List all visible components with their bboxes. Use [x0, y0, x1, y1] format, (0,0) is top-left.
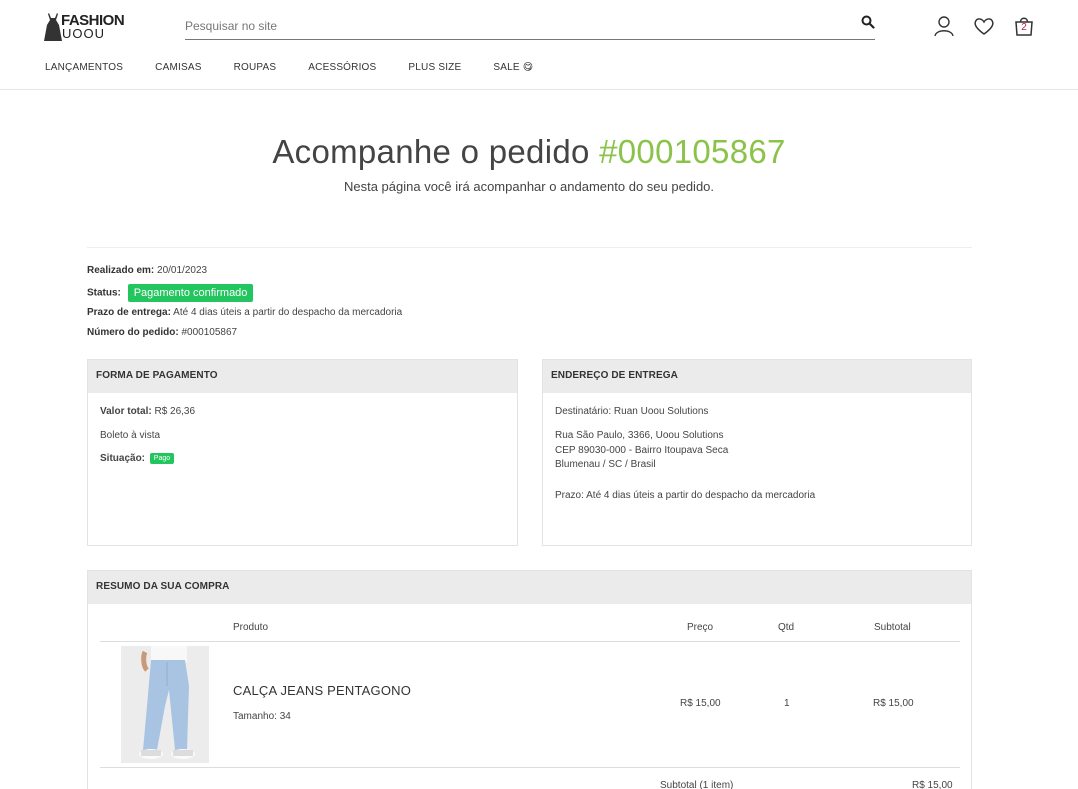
page-subtitle: Nesta página você irá acompanhar o andam… [343, 179, 715, 194]
col-header-product: Produto [233, 622, 269, 633]
product-image[interactable] [121, 646, 209, 763]
order-status-label: Status: [87, 287, 121, 299]
search-icon[interactable] [861, 15, 875, 29]
order-date-value: 20/01/2023 [157, 265, 208, 276]
jeans-model-image [121, 646, 209, 763]
table-header-divider [100, 641, 960, 642]
user-icon[interactable] [933, 15, 955, 37]
nav-item-acessorios[interactable]: ACESSÓRIOS [308, 62, 376, 76]
delivery-deadline-row: Prazo de entrega: Até 4 dias úteis a par… [87, 307, 402, 318]
nav-item-roupas[interactable]: ROUPAS [234, 62, 277, 76]
payment-situation-row: Situação: Pago [100, 453, 505, 464]
payment-total-row: Valor total: R$ 26,36 [100, 406, 505, 417]
nav-item-plus-size[interactable]: PLUS SIZE [408, 62, 461, 76]
search-input[interactable] [185, 16, 845, 36]
product-size: Tamanho: 34 [233, 711, 291, 722]
logo[interactable]: FASHION UOOU [44, 12, 126, 42]
col-header-price: Preço [687, 622, 714, 633]
payment-paid-badge: Pago [149, 453, 175, 464]
order-status-row: Status: Pagamento confirmado [87, 284, 254, 302]
nav-item-camisas[interactable]: CAMISAS [155, 62, 201, 76]
product-price: R$ 15,00 [680, 698, 721, 709]
delivery-box: ENDEREÇO DE ENTREGA Destinatário: Ruan U… [542, 359, 972, 546]
product-subtotal: R$ 15,00 [873, 698, 914, 709]
product-name[interactable]: CALÇA JEANS PENTAGONO [233, 683, 411, 698]
payment-situation-label: Situação: [100, 453, 146, 465]
delivery-deadline-label: Prazo de entrega: [87, 307, 171, 318]
dress-logo-icon [44, 13, 62, 41]
nav-item-lancamentos[interactable]: LANÇAMENTOS [45, 62, 123, 76]
summary-heading: RESUMO DA SUA COMPRA [88, 571, 971, 604]
order-number-row: Número do pedido: #000105867 [87, 327, 237, 338]
order-number-label: Número do pedido: [87, 327, 179, 338]
order-number-title: #000105867 [599, 133, 786, 170]
address-line-3: Blumenau / SC / Brasil [555, 459, 656, 470]
delivery-deadline-value: Até 4 dias úteis a partir do despacho da… [173, 307, 403, 318]
payment-total-value: R$ 26,36 [154, 406, 196, 417]
address-line-2: CEP 89030-000 - Bairro Itoupava Seca [555, 444, 729, 456]
search-bar [185, 13, 875, 40]
delivery-heading: ENDEREÇO DE ENTREGA [543, 360, 971, 393]
heart-icon[interactable] [973, 15, 995, 37]
cart-count-badge: 2 [1021, 22, 1027, 33]
address-line-1: Rua São Paulo, 3366, Uoou Solutions [555, 430, 724, 441]
col-header-qty: Qtd [778, 622, 795, 633]
status-badge: Pagamento confirmado [127, 284, 254, 302]
main-nav: LANÇAMENTOS CAMISAS ROUPAS ACESSÓRIOS PL… [45, 62, 565, 76]
delivery-body: Destinatário: Ruan Uoou Solutions Rua Sã… [543, 393, 971, 511]
payment-total-label: Valor total: [100, 406, 152, 417]
page-title-prefix: Acompanhe o pedido [272, 133, 600, 170]
logo-text-bottom: UOOU [62, 26, 105, 41]
delivery-address: Rua São Paulo, 3366, Uoou Solutions CEP … [555, 429, 959, 473]
col-header-subtotal: Subtotal [874, 622, 911, 633]
order-number-value: #000105867 [181, 327, 238, 338]
delivery-deadline: Prazo: Até 4 dias úteis a partir do desp… [555, 489, 816, 501]
summary-box: RESUMO DA SUA COMPRA [87, 570, 972, 789]
payment-heading: FORMA DE PAGAMENTO [88, 360, 517, 393]
payment-method: Boleto à vista [100, 430, 161, 441]
product-qty: 1 [784, 698, 790, 709]
payment-body: Valor total: R$ 26,36 Boleto à vista Sit… [88, 393, 517, 474]
nav-item-sale[interactable]: SALE 😋 [493, 62, 533, 76]
site-header: FASHION UOOU 2 LANÇAMENTOS CAMISAS ROUPA… [0, 0, 1078, 90]
order-date-label: Realizado em: [87, 265, 155, 276]
summary-subtotal-label: Subtotal (1 item) [660, 780, 734, 789]
page-title: Acompanhe o pedido #000105867 [0, 133, 1058, 171]
payment-box: FORMA DE PAGAMENTO Valor total: R$ 26,36… [87, 359, 518, 546]
table-row-divider [100, 767, 960, 768]
summary-subtotal-value: R$ 15,00 [912, 780, 953, 789]
order-date-row: Realizado em: 20/01/2023 [87, 265, 207, 276]
divider [87, 247, 972, 248]
delivery-recipient: Destinatário: Ruan Uoou Solutions [555, 406, 709, 417]
